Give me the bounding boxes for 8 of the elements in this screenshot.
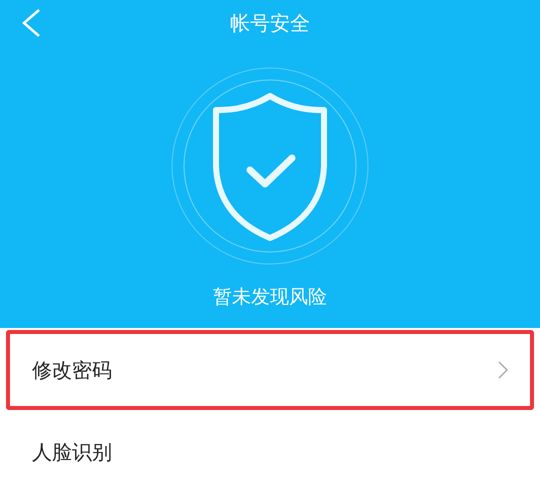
settings-row[interactable]: 修改密码 — [6, 330, 534, 410]
settings-row[interactable]: 人脸识别 — [6, 412, 534, 480]
back-icon[interactable] — [20, 8, 42, 38]
page-title: 帐号安全 — [230, 10, 310, 36]
row-label: 人脸识别 — [32, 439, 112, 465]
status-text: 暂未发现风险 — [213, 285, 327, 310]
row-label: 修改密码 — [32, 357, 112, 383]
shield-check-icon — [170, 66, 370, 266]
